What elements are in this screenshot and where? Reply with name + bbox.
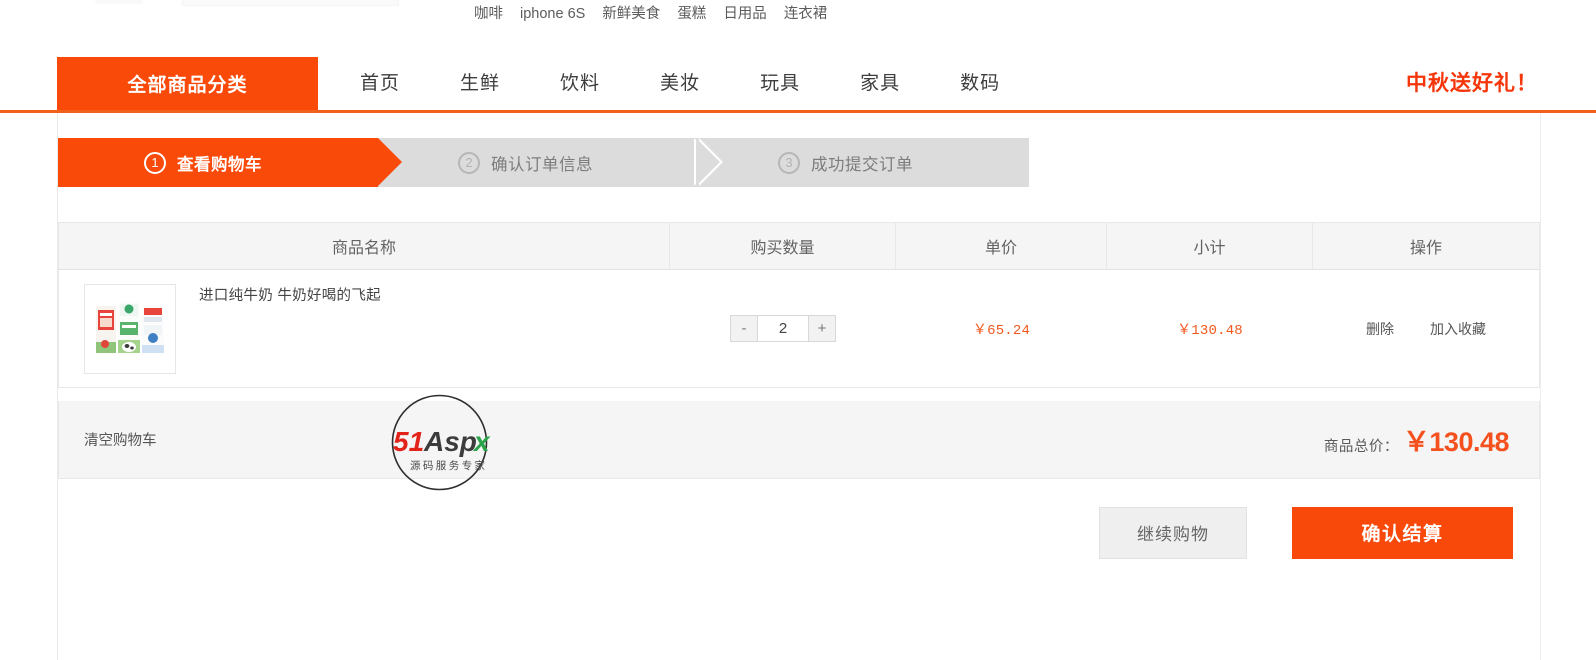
search-input[interactable] — [182, 0, 399, 6]
quantity-increase-button[interactable]: + — [808, 316, 835, 341]
total-amount: ￥130.48 — [1402, 427, 1510, 457]
nav-item-fresh[interactable]: 生鲜 — [430, 57, 530, 110]
hot-keyword-list: 咖啡 iphone 6S 新鲜美食 蛋糕 日用品 连衣裙 — [474, 2, 827, 23]
step-view-cart[interactable]: 1 查看购物车 — [58, 138, 402, 187]
hot-keyword-cake[interactable]: 蛋糕 — [677, 2, 706, 23]
subtotal-price: ￥130.48 — [1177, 322, 1243, 339]
cart-summary-bar: 清空购物车 商品总价： ￥130.48 — [58, 401, 1540, 479]
cart-item-product-cell: 进口纯牛奶 牛奶好喝的飞起 — [59, 270, 670, 387]
cart-footer-actions: 继续购物 确认结算 — [58, 480, 1540, 585]
column-header-subtotal: 小计 — [1107, 223, 1313, 269]
unit-price: ￥65.24 — [972, 322, 1031, 339]
step-confirm-order[interactable]: 2 确认订单信息 — [378, 138, 723, 187]
column-header-actions: 操作 — [1409, 240, 1442, 257]
nav-item-furniture[interactable]: 家具 — [830, 57, 930, 110]
checkout-step-indicator: 1 查看购物车 2 确认订单信息 3 成功提交订单 — [58, 138, 1029, 187]
product-thumbnail[interactable] — [84, 283, 176, 374]
column-header-price: 单价 — [896, 223, 1107, 269]
all-categories-button[interactable]: 全部商品分类 — [57, 57, 318, 110]
step-2-label: 确认订单信息 — [491, 155, 593, 174]
favorite-item-link[interactable]: 加入收藏 — [1430, 319, 1486, 339]
column-header-name: 商品名称 — [59, 223, 670, 269]
milk-cartons-image — [93, 297, 167, 360]
step-3-number: 3 — [778, 151, 800, 174]
checkout-button[interactable]: 确认结算 — [1292, 506, 1513, 559]
nav-item-beauty[interactable]: 美妆 — [630, 57, 730, 110]
table-row: 进口纯牛奶 牛奶好喝的飞起 - + ￥65.24 ￥130.48 删除 加入收藏 — [58, 270, 1540, 388]
hot-keyword-iphone[interactable]: iphone 6S — [520, 6, 585, 22]
site-logo[interactable] — [95, 0, 143, 4]
cart-item-actions-cell: 删除 加入收藏 — [1313, 270, 1539, 387]
step-1-label: 查看购物车 — [177, 155, 262, 174]
nav-item-home[interactable]: 首页 — [330, 57, 430, 110]
product-name[interactable]: 进口纯牛奶 牛奶好喝的飞起 — [199, 284, 381, 305]
cart-table: 商品名称 购买数量 单价 小计 操作 进口纯牛奶 牛奶好喝的飞起 - 2 + ￥… — [58, 222, 1540, 388]
hot-keyword-coffee[interactable]: 咖啡 — [474, 2, 503, 23]
cart-item-subtotal-cell: ￥130.48 — [1107, 270, 1313, 387]
content-right-divider — [1540, 113, 1541, 660]
hot-keyword-food[interactable]: 新鲜美食 — [602, 2, 660, 23]
nav-item-digital[interactable]: 数码 — [930, 57, 1030, 110]
quantity-decrease-button[interactable]: - — [731, 316, 758, 341]
step-2-number: 2 — [458, 151, 480, 174]
nav-item-toys[interactable]: 玩具 — [730, 57, 830, 110]
continue-shopping-button[interactable]: 继续购物 — [1099, 506, 1247, 559]
clear-cart-link[interactable]: 清空购物车 — [84, 429, 157, 450]
nav-item-drinks[interactable]: 饮料 — [530, 57, 630, 110]
hot-keyword-dress[interactable]: 连衣裙 — [784, 2, 828, 23]
cart-item-quantity-cell: - + — [670, 270, 896, 387]
top-keyword-strip: 咖啡 iphone 6S 新鲜美食 蛋糕 日用品 连衣裙 — [0, 0, 1596, 32]
step-3-label: 成功提交订单 — [811, 155, 913, 174]
total-label: 商品总价： — [1323, 439, 1399, 455]
cart-table-header: 商品名称 购买数量 单价 小计 操作 — [58, 222, 1540, 270]
delete-item-link[interactable]: 删除 — [1366, 319, 1394, 339]
step-submit-success[interactable]: 3 成功提交订单 — [696, 138, 1029, 187]
quantity-stepper: - + — [730, 315, 836, 342]
main-navigation: 全部商品分类 首页 生鲜 饮料 美妆 玩具 家具 数码 中秋送好礼！ — [0, 57, 1596, 113]
quantity-input[interactable] — [758, 316, 808, 341]
cart-item-unit-price-cell: ￥65.24 — [896, 270, 1107, 387]
hot-keyword-daily[interactable]: 日用品 — [723, 2, 767, 23]
cart-total: 商品总价： ￥130.48 — [1323, 420, 1510, 459]
step-1-number: 1 — [144, 151, 166, 174]
nav-link-list: 首页 生鲜 饮料 美妆 玩具 家具 数码 — [330, 57, 1030, 110]
promo-banner-text: 中秋送好礼！ — [1406, 72, 1538, 95]
column-header-quantity: 购买数量 — [670, 223, 896, 269]
